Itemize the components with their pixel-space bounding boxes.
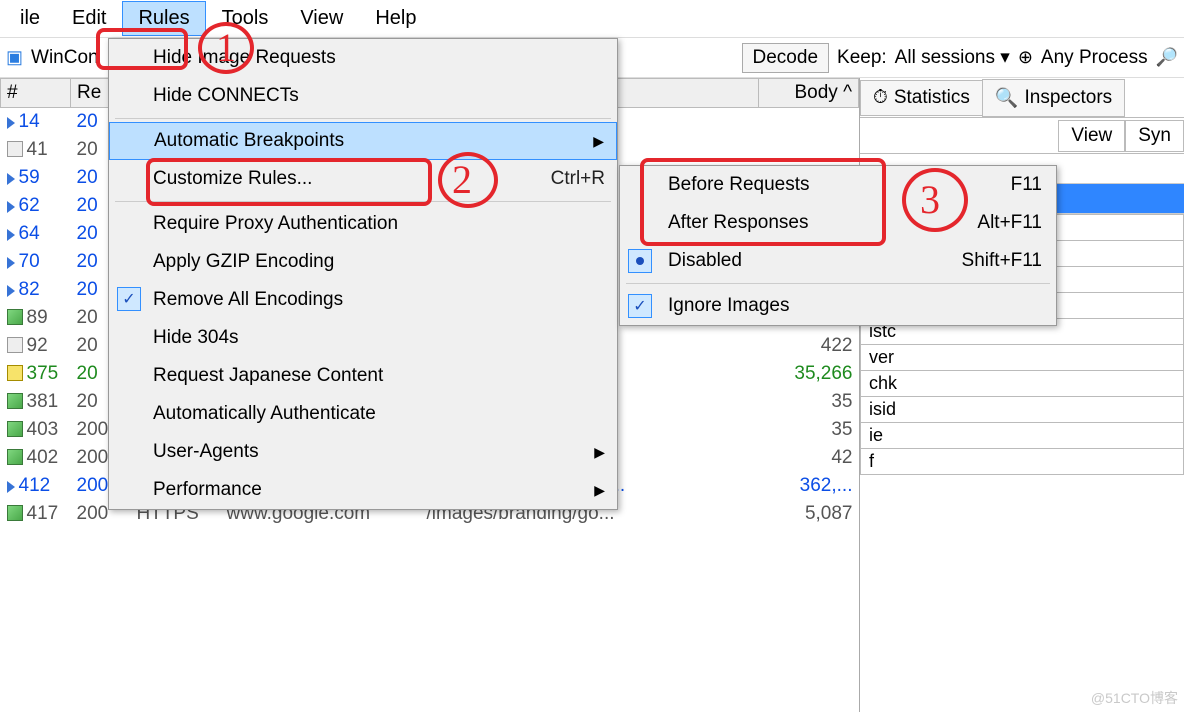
separator: [115, 201, 611, 202]
menu-file[interactable]: ile: [4, 1, 56, 36]
session-icon: [7, 309, 23, 325]
mi-require-proxy-auth[interactable]: Require Proxy Authentication: [109, 205, 617, 243]
kv-row[interactable]: isid: [861, 397, 1184, 423]
session-icon: [7, 449, 23, 465]
mi-disabled[interactable]: DisabledShift+F11: [620, 242, 1056, 280]
any-process[interactable]: Any Process: [1041, 47, 1148, 69]
subtab-syn[interactable]: Syn: [1125, 120, 1184, 152]
mi-hide-304s[interactable]: Hide 304s: [109, 319, 617, 357]
session-icon: [7, 117, 15, 129]
check-icon: ✓: [628, 294, 652, 318]
tab-inspectors[interactable]: 🔍 Inspectors: [982, 79, 1125, 117]
windows-icon: ▣: [6, 47, 23, 68]
mi-hide-connects[interactable]: Hide CONNECTs: [109, 77, 617, 115]
stopwatch-icon: ⏱: [873, 87, 888, 109]
menu-help[interactable]: Help: [359, 1, 432, 36]
kv-row[interactable]: chk: [861, 371, 1184, 397]
session-icon: [7, 505, 23, 521]
mi-auto-authenticate[interactable]: Automatically Authenticate: [109, 395, 617, 433]
mi-automatic-breakpoints[interactable]: Automatic Breakpoints ▶: [109, 122, 617, 160]
menu-view[interactable]: View: [284, 1, 359, 36]
menu-rules[interactable]: Rules: [122, 1, 205, 36]
target-icon[interactable]: ⊕: [1018, 47, 1033, 68]
session-icon: [7, 337, 23, 353]
session-icon: [7, 229, 15, 241]
separator: [626, 283, 1050, 284]
submenu-arrow-icon: ▶: [594, 482, 605, 499]
breakpoints-submenu: Before RequestsF11 After ResponsesAlt+F1…: [619, 165, 1057, 326]
watermark: @51CTO博客: [1091, 688, 1178, 708]
col-body[interactable]: Body ^: [759, 79, 859, 108]
accelerator: F11: [1011, 174, 1042, 196]
menu-edit[interactable]: Edit: [56, 1, 122, 36]
mi-performance[interactable]: Performance▶: [109, 471, 617, 509]
submenu-arrow-icon: ▶: [593, 133, 604, 150]
session-icon: [7, 173, 15, 185]
kv-row[interactable]: ie: [861, 423, 1184, 449]
accelerator: Ctrl+R: [551, 168, 605, 190]
subtab-view[interactable]: View: [1058, 120, 1125, 152]
session-icon: [7, 393, 23, 409]
mi-ignore-images[interactable]: ✓ Ignore Images: [620, 287, 1056, 325]
right-subtabs: View Syn: [860, 118, 1184, 154]
separator: [115, 118, 611, 119]
magnifier-icon: 🔍: [995, 86, 1019, 110]
mi-before-requests[interactable]: Before RequestsF11: [620, 166, 1056, 204]
radio-checked-icon: [628, 249, 652, 273]
session-icon: [7, 201, 15, 213]
menu-tools[interactable]: Tools: [206, 1, 285, 36]
kv-row[interactable]: ver: [861, 345, 1184, 371]
accelerator: Alt+F11: [977, 212, 1042, 234]
session-icon: [7, 365, 23, 381]
mi-apply-gzip[interactable]: Apply GZIP Encoding: [109, 243, 617, 281]
mi-customize-rules[interactable]: Customize Rules... Ctrl+R: [109, 160, 617, 198]
session-icon: [7, 257, 15, 269]
kv-row[interactable]: f: [861, 449, 1184, 475]
mi-hide-image-requests[interactable]: Hide Image Requests: [109, 39, 617, 77]
mi-remove-encodings[interactable]: ✓ Remove All Encodings: [109, 281, 617, 319]
tab-statistics[interactable]: ⏱ Statistics: [860, 80, 983, 116]
keep-label: Keep:: [837, 47, 887, 69]
wincon-label: WinCon: [31, 47, 99, 69]
col-num[interactable]: #: [1, 79, 71, 108]
session-icon: [7, 285, 15, 297]
submenu-arrow-icon: ▶: [594, 444, 605, 461]
keep-value[interactable]: All sessions ▾: [895, 46, 1010, 69]
right-tabs: ⏱ Statistics 🔍 Inspectors: [860, 78, 1184, 118]
session-icon: [7, 481, 15, 493]
mi-user-agents[interactable]: User-Agents▶: [109, 433, 617, 471]
mi-after-responses[interactable]: After ResponsesAlt+F11: [620, 204, 1056, 242]
session-icon: [7, 141, 23, 157]
decode-button[interactable]: Decode: [742, 43, 830, 73]
rules-dropdown: Hide Image Requests Hide CONNECTs Automa…: [108, 38, 618, 510]
check-icon: ✓: [117, 287, 141, 311]
accelerator: Shift+F11: [962, 250, 1042, 272]
mi-japanese-content[interactable]: Request Japanese Content: [109, 357, 617, 395]
session-icon: [7, 421, 23, 437]
find-icon[interactable]: 🔎: [1156, 47, 1178, 68]
menubar: ile Edit Rules Tools View Help: [0, 0, 1184, 38]
